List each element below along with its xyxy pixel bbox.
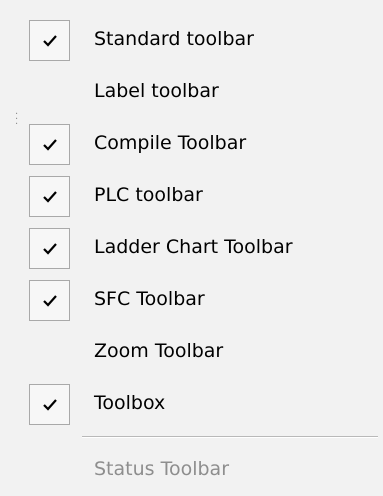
menu-item-label: Toolbox <box>94 392 166 414</box>
menu-item-plc-toolbar[interactable]: PLC toolbar <box>0 174 383 226</box>
menu-item-status-toolbar: Status Toolbar <box>0 448 383 496</box>
toolbar-context-menu: · · · Standard toolbar Label toolbar Compi… <box>0 0 383 496</box>
check-icon <box>43 35 57 47</box>
menu-item-zoom-toolbar[interactable]: Zoom Toolbar <box>0 330 383 382</box>
menu-item-label: Label toolbar <box>94 80 219 102</box>
check-box <box>29 228 70 269</box>
check-icon <box>43 399 57 411</box>
check-box <box>29 280 70 321</box>
menu-item-label: Zoom Toolbar <box>94 340 224 362</box>
check-box <box>29 384 70 425</box>
menu-item-sfc-toolbar[interactable]: SFC Toolbar <box>0 278 383 330</box>
menu-item-toolbox[interactable]: Toolbox <box>0 382 383 434</box>
check-icon <box>43 139 57 151</box>
menu-item-label-toolbar[interactable]: Label toolbar <box>0 70 383 122</box>
menu-item-standard-toolbar[interactable]: Standard toolbar <box>0 18 383 70</box>
menu-separator <box>82 436 378 438</box>
menu-item-label: SFC Toolbar <box>94 288 205 310</box>
check-icon <box>43 243 57 255</box>
check-box <box>29 20 70 61</box>
menu-item-label: Standard toolbar <box>94 28 254 50</box>
menu-item-label: PLC toolbar <box>94 184 203 206</box>
check-icon <box>43 191 57 203</box>
menu-item-compile-toolbar[interactable]: Compile Toolbar <box>0 122 383 174</box>
check-box <box>29 124 70 165</box>
check-box <box>29 176 70 217</box>
menu-item-ladder-chart-toolbar[interactable]: Ladder Chart Toolbar <box>0 226 383 278</box>
check-icon <box>43 295 57 307</box>
menu-item-label: Ladder Chart Toolbar <box>94 236 293 258</box>
menu-item-label: Status Toolbar <box>94 458 230 480</box>
menu-item-label: Compile Toolbar <box>94 132 247 154</box>
